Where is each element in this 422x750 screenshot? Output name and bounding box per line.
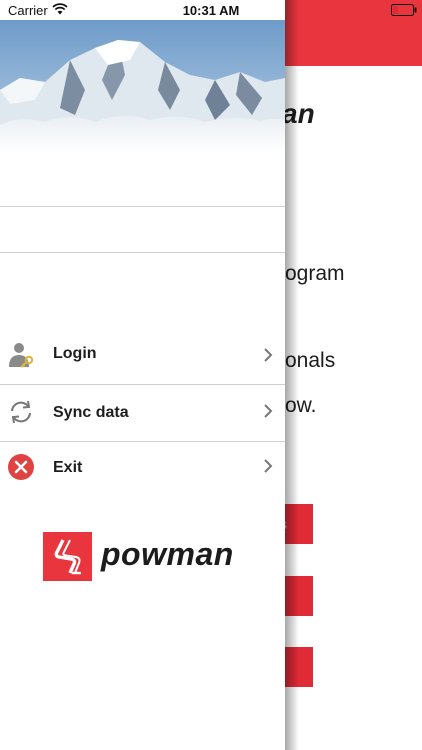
menu-item-login-label: Login	[53, 345, 97, 362]
menu-item-exit[interactable]: Exit	[0, 442, 285, 498]
menu-item-exit-label: Exit	[53, 459, 83, 476]
menu-item-sync-data-label: Sync data	[53, 404, 129, 421]
chevron-right-icon	[264, 348, 273, 362]
chevron-right-icon	[264, 404, 273, 418]
powman-logo-mark	[43, 532, 92, 581]
sync-icon	[11, 400, 31, 424]
separator	[0, 206, 285, 207]
menu-item-login[interactable]: Login	[0, 327, 285, 383]
chevron-right-icon	[264, 459, 273, 473]
header-mountain-image	[0, 20, 285, 153]
clock: 10:31 AM	[182, 3, 240, 18]
close-circle-icon	[8, 454, 34, 480]
powman-wordmark: powman	[101, 536, 234, 572]
powman-logo: powman	[43, 532, 248, 582]
separator	[0, 252, 285, 253]
status-bar: Carrier 10:31 AM	[0, 0, 422, 20]
side-drawer: Login Sync data Exit powman	[0, 0, 285, 750]
battery-icon	[391, 4, 417, 16]
drawer-shadow	[285, 0, 299, 750]
user-key-icon	[9, 343, 34, 368]
menu-item-sync-data[interactable]: Sync data	[0, 385, 285, 441]
